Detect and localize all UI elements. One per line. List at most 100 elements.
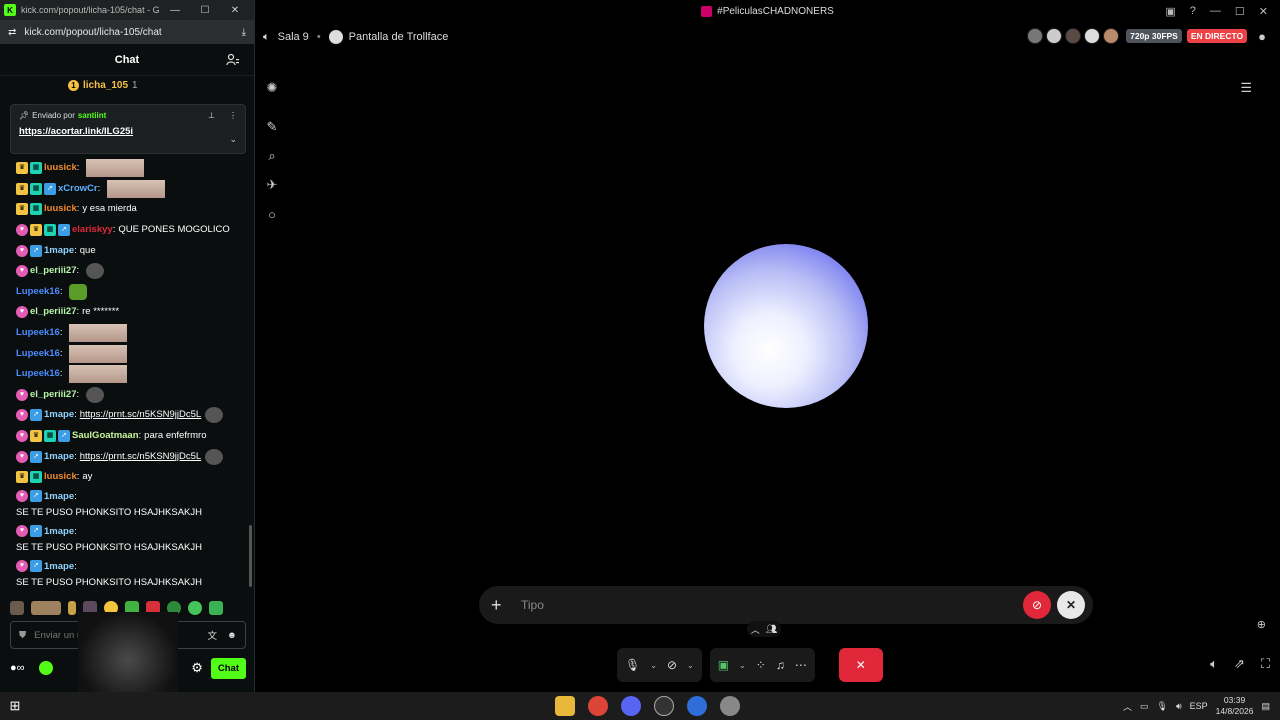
obs-icon[interactable] (654, 696, 674, 716)
chevron-up-icon[interactable]: ︿ (1123, 700, 1132, 713)
gear-icon[interactable]: ⚙ (191, 660, 203, 676)
chevron-down-icon[interactable]: ⌄ (739, 661, 746, 670)
chat-username[interactable]: 1mape (44, 525, 74, 539)
skull-emote-icon[interactable] (205, 448, 224, 465)
kick-logo-icon[interactable] (38, 661, 53, 675)
screen-share-icon[interactable]: ▣ (718, 658, 729, 672)
chat-username[interactable]: SaulGoatmaan (72, 429, 139, 443)
chat-image[interactable] (69, 365, 128, 384)
edit-icon[interactable]: ✎ (264, 119, 280, 135)
crown-badge-icon[interactable]: ♛ (30, 224, 42, 237)
chat-username[interactable]: Lupeek16 (16, 326, 60, 340)
pinned-author[interactable]: santiint (78, 111, 106, 120)
zoom-icon[interactable]: ⊕ (1257, 618, 1266, 631)
windows-start-icon[interactable]: ⊞ (0, 698, 30, 714)
sub-badge-icon[interactable]: ♥ (16, 265, 28, 278)
chat-username[interactable]: 1mape (44, 408, 74, 422)
chrome-icon[interactable] (588, 696, 608, 716)
more-icon[interactable]: ⋯ (795, 658, 807, 672)
gift-badge-icon[interactable]: ▦ (30, 182, 42, 195)
boost-badge-icon[interactable]: ➚ (30, 409, 42, 422)
chat-send-button[interactable]: Chat (210, 657, 246, 679)
chat-username[interactable]: el_periii27 (30, 305, 76, 319)
frog-emote-icon[interactable] (69, 283, 88, 300)
boost-badge-icon[interactable]: ➚ (44, 182, 56, 195)
chat-image[interactable] (69, 344, 128, 363)
viewer-avatar[interactable] (1103, 28, 1120, 44)
gifter-name[interactable]: licha_105 (83, 80, 128, 91)
gift-badge-icon[interactable]: ▦ (30, 203, 42, 216)
sub-badge-icon[interactable]: ♥ (16, 559, 28, 572)
leave-call-button[interactable]: ✕ (838, 648, 883, 682)
boost-badge-icon[interactable]: ➚ (58, 224, 70, 237)
crown-badge-icon[interactable]: ♛ (30, 430, 42, 443)
help-icon[interactable]: ? (1190, 5, 1196, 17)
file-explorer-icon[interactable] (555, 696, 575, 716)
chat-scrollbar[interactable] (249, 525, 252, 587)
volume-icon[interactable]: 🔊︎ (1176, 701, 1182, 712)
site-info-icon[interactable]: ⇄ (8, 27, 16, 38)
more-options-icon[interactable]: ⋮ (229, 111, 237, 120)
fullscreen-icon[interactable]: ⛶ (1261, 656, 1270, 672)
viewer-avatar[interactable] (1065, 28, 1082, 44)
gift-badge-icon[interactable]: ▦ (44, 224, 56, 237)
chat-image[interactable] (86, 159, 145, 178)
skull-emote-icon[interactable] (205, 407, 224, 424)
chat-link[interactable]: https://prnt.sc/n5KSN9jjDc5L (80, 450, 201, 464)
close-window-button[interactable]: ✕ (1259, 5, 1268, 18)
minimize-button[interactable]: — (160, 5, 190, 16)
chat-image[interactable] (69, 324, 128, 343)
boost-badge-icon[interactable]: ➚ (30, 524, 42, 537)
close-button[interactable]: ✕ (1057, 591, 1085, 619)
sliders-icon[interactable]: ☰ (1240, 80, 1252, 96)
maximize-button[interactable]: ☐ (1235, 5, 1245, 18)
viewer-avatar[interactable] (1084, 28, 1101, 44)
app-icon[interactable] (720, 696, 740, 716)
close-window-button[interactable]: ✕ (220, 5, 250, 16)
emote-icon[interactable] (68, 601, 76, 615)
unpin-icon[interactable]: ⊥ (208, 111, 215, 120)
crown-badge-icon[interactable]: ♛ (16, 182, 28, 195)
pin-icon[interactable]: ✈ (264, 177, 280, 193)
app-icon[interactable] (687, 696, 707, 716)
camera-off-icon[interactable]: ⊘ (667, 658, 677, 672)
volume-icon[interactable]: 🔈︎ (1210, 656, 1218, 672)
sub-badge-icon[interactable]: ♥ (16, 409, 28, 422)
translate-icon[interactable]: 文 (207, 628, 217, 642)
address-bar[interactable]: ⇄ kick.com/popout/licha-105/chat ⤓ (0, 20, 254, 44)
network-icon[interactable]: ▭ (1140, 701, 1149, 712)
chat-username[interactable]: Lupeek16 (16, 285, 60, 299)
search-icon[interactable]: ⌕ (264, 148, 280, 164)
openai-icon[interactable]: ✺ (264, 80, 280, 96)
pinned-link[interactable]: https://acortar.link/ILG25i (19, 126, 237, 137)
chat-username[interactable]: 1mape (44, 244, 74, 258)
crown-badge-icon[interactable]: ♛ (16, 203, 28, 216)
chevron-down-icon[interactable]: ⌄ (687, 661, 694, 670)
muted-mic-button[interactable]: ⊘ (1023, 591, 1051, 619)
chat-bubble-icon[interactable]: ● (1258, 29, 1266, 44)
chat-username[interactable]: el_periii27 (30, 388, 76, 402)
popout-icon[interactable]: ⇗ (1234, 656, 1245, 672)
discord-icon[interactable] (621, 696, 641, 716)
download-icon[interactable]: ⤓ (242, 27, 246, 38)
emote-icon[interactable] (209, 601, 223, 615)
chat-username[interactable]: luusick (44, 161, 77, 175)
chat-image[interactable] (107, 179, 166, 198)
notifications-icon[interactable]: ▤ (1261, 701, 1270, 712)
boost-badge-icon[interactable]: ➚ (30, 489, 42, 502)
emote-icon[interactable] (10, 601, 24, 615)
emoji-icon[interactable]: ☻ (227, 630, 237, 641)
chat-bubble-icon[interactable]: ○ (264, 206, 280, 222)
sub-badge-icon[interactable]: ♥ (16, 224, 28, 237)
boost-badge-icon[interactable]: ➚ (30, 450, 42, 463)
sub-badge-icon[interactable]: ♥ (16, 388, 28, 401)
chat-username[interactable]: xCrowCr (58, 182, 98, 196)
chat-username[interactable]: Lupeek16 (16, 367, 60, 381)
skull-emote-icon[interactable] (86, 263, 105, 280)
crown-badge-icon[interactable]: ♛ (16, 162, 28, 175)
users-settings-icon[interactable] (226, 53, 240, 67)
microphone-icon[interactable]: 🎙︎ (625, 658, 640, 672)
expand-participants-button[interactable]: ︿ 👥︎ (747, 621, 781, 637)
chat-username[interactable]: elariskyy (72, 223, 113, 237)
emote-icon[interactable] (31, 601, 61, 615)
